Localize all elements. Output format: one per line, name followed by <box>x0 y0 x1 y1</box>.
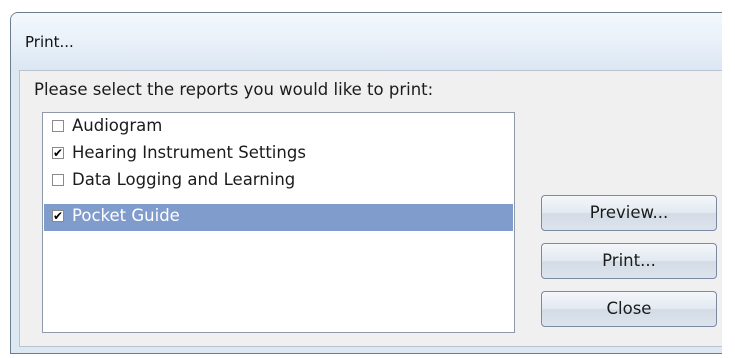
window-edge <box>722 12 735 358</box>
checkbox-data-logging-and-learning[interactable] <box>52 174 64 186</box>
preview-button[interactable]: Preview... <box>541 195 717 231</box>
report-listbox[interactable]: Audiogram ✔ Hearing Instrument Settings … <box>42 112 515 333</box>
checkbox-pocket-guide[interactable]: ✔ <box>52 210 64 222</box>
list-item-label: Pocket Guide <box>72 206 180 225</box>
list-item-audiogram[interactable]: Audiogram <box>44 114 513 141</box>
list-item-label: Data Logging and Learning <box>72 170 296 189</box>
checkbox-audiogram[interactable] <box>52 120 64 132</box>
print-button[interactable]: Print... <box>541 243 717 279</box>
report-selection-prompt: Please select the reports you would like… <box>34 80 434 99</box>
list-item-hearing-instrument-settings[interactable]: ✔ Hearing Instrument Settings <box>44 141 513 168</box>
list-item-pocket-guide[interactable]: ✔ Pocket Guide <box>44 204 513 231</box>
list-item-label: Hearing Instrument Settings <box>72 143 306 162</box>
list-item-label: Audiogram <box>72 116 163 135</box>
dialog-titlebar[interactable]: Print... <box>11 13 731 71</box>
dialog-title: Print... <box>25 33 74 51</box>
list-item-data-logging-and-learning[interactable]: Data Logging and Learning <box>44 168 513 195</box>
close-button[interactable]: Close <box>541 291 717 327</box>
checkbox-hearing-instrument-settings[interactable]: ✔ <box>52 147 64 159</box>
